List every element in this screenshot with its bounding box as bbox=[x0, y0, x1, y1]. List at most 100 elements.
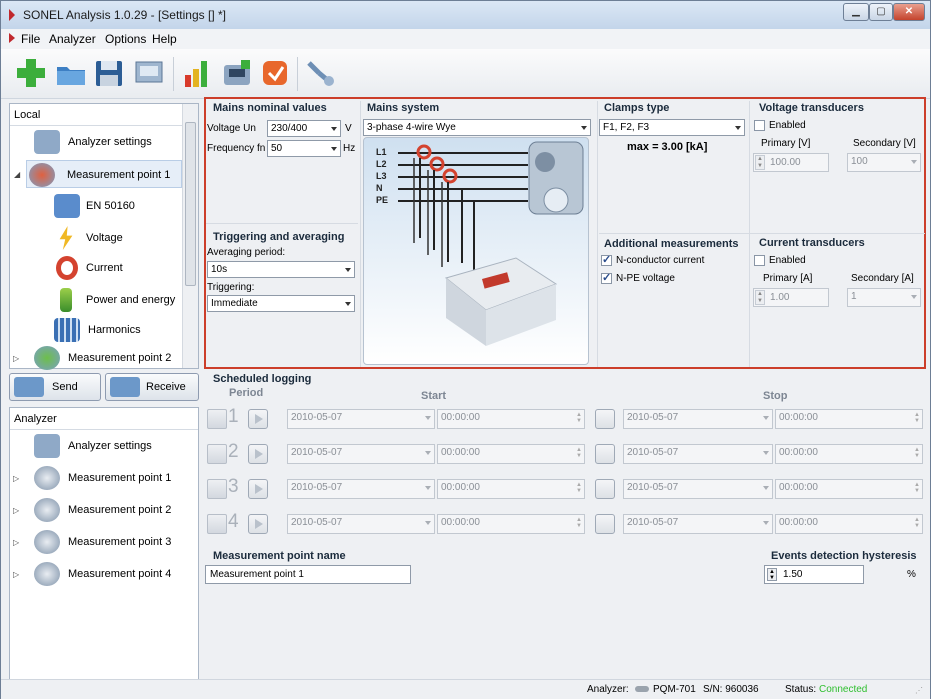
logging-row-calendar-icon bbox=[207, 444, 227, 464]
stop-date-select[interactable]: 2010-05-07 bbox=[623, 514, 773, 534]
title-bar: SONEL Analysis 1.0.29 - [Settings [] *] … bbox=[1, 1, 930, 29]
start-time-spinner[interactable]: 00:00:00 ▲ ▼ bbox=[437, 444, 585, 464]
close-button[interactable]: ✕ bbox=[893, 3, 925, 21]
tree-item-current[interactable]: Current bbox=[54, 254, 184, 282]
mains-nominal-title: Mains nominal values bbox=[213, 102, 327, 114]
lightning-icon bbox=[59, 226, 73, 250]
tree-item-voltage[interactable]: Voltage bbox=[54, 224, 184, 252]
n-conductor-current-checkbox[interactable] bbox=[601, 253, 612, 266]
start-date-select[interactable]: 2010-05-07 bbox=[287, 514, 435, 534]
menu-help[interactable]: Help bbox=[152, 32, 177, 46]
chart-icon[interactable] bbox=[181, 57, 213, 89]
voltage-transducers-enabled-checkbox[interactable] bbox=[754, 120, 765, 131]
chevron-down-icon bbox=[763, 521, 769, 525]
start-time-spinner[interactable]: 00:00:00 ▲ ▼ bbox=[437, 479, 585, 499]
stop-date-select[interactable]: 2010-05-07 bbox=[623, 479, 773, 499]
n-pe-voltage-checkbox[interactable] bbox=[601, 271, 612, 284]
logging-row-stop-button[interactable] bbox=[595, 479, 615, 499]
status-label: Status: bbox=[785, 684, 817, 695]
clamps-and-meter-icon bbox=[413, 141, 584, 346]
stop-time-spinner[interactable]: 00:00:00 ▲ ▼ bbox=[775, 479, 923, 499]
triggering-select[interactable]: Immediate bbox=[207, 295, 355, 312]
start-time-spinner[interactable]: 00:00:00 ▲ ▼ bbox=[437, 409, 585, 429]
chevron-down-icon bbox=[345, 302, 351, 306]
resize-grip-icon[interactable]: ⋰ bbox=[915, 686, 923, 695]
logging-row-play-button[interactable] bbox=[248, 409, 268, 429]
menu-analyzer[interactable]: Analyzer bbox=[49, 32, 96, 46]
tree-item-measurement-point-2[interactable]: Measurement point 2 bbox=[34, 344, 184, 372]
analyzer-item-mp4[interactable]: Measurement point 4 bbox=[34, 560, 184, 588]
logging-row-stop-button[interactable] bbox=[595, 409, 615, 429]
spin-arrows-icon: ▲ ▼ bbox=[576, 482, 582, 494]
logging-row-stop-button[interactable] bbox=[595, 514, 615, 534]
logging-row-calendar-icon bbox=[207, 409, 227, 429]
report-icon[interactable] bbox=[259, 57, 291, 89]
current-clamp-icon bbox=[56, 256, 78, 280]
menu-options[interactable]: Options bbox=[105, 32, 146, 46]
measurement-point-icon bbox=[34, 346, 60, 370]
hysteresis-spinner[interactable]: ▲ ▼ 1.50 bbox=[764, 565, 864, 584]
open-icon[interactable] bbox=[55, 57, 87, 89]
logging-row-calendar-icon bbox=[207, 479, 227, 499]
maximize-button[interactable]: ▢ bbox=[869, 3, 893, 21]
clamps-type-select[interactable]: F1, F2, F3 bbox=[599, 119, 745, 136]
minimize-button[interactable]: ▁ bbox=[843, 3, 869, 21]
expand-arrow-icon[interactable]: ▷ bbox=[13, 570, 19, 579]
save-icon[interactable] bbox=[93, 57, 125, 89]
current-primary-spinner[interactable]: ▲ ▼ 1.00 bbox=[753, 288, 829, 307]
tree-item-en50160[interactable]: EN 50160 bbox=[54, 192, 184, 220]
stop-date-select[interactable]: 2010-05-07 bbox=[623, 444, 773, 464]
logging-row-stop-button[interactable] bbox=[595, 444, 615, 464]
stop-time-spinner[interactable]: 00:00:00 ▲ ▼ bbox=[775, 514, 923, 534]
mains-system-select[interactable]: 3-phase 4-wire Wye bbox=[363, 119, 591, 136]
current-transducers-enabled-label: Enabled bbox=[769, 255, 806, 266]
battery-icon bbox=[60, 288, 72, 312]
tree-item-measurement-point-1[interactable]: Measurement point 1 bbox=[26, 160, 182, 188]
stop-date-select[interactable]: 2010-05-07 bbox=[623, 409, 773, 429]
period-header: Period bbox=[229, 387, 264, 399]
analyzer-item-mp1[interactable]: Measurement point 1 bbox=[34, 464, 184, 492]
voltage-primary-spinner[interactable]: ▲ ▼ 100.00 bbox=[753, 153, 829, 172]
expand-arrow-icon[interactable]: ◢ bbox=[14, 170, 20, 179]
analyzer-settings-icon[interactable] bbox=[133, 57, 165, 89]
clamps-type-title: Clamps type bbox=[604, 102, 670, 114]
start-date-select[interactable]: 2010-05-07 bbox=[287, 479, 435, 499]
mp-name-input[interactable]: Measurement point 1 bbox=[205, 565, 411, 584]
collapse-arrow-icon[interactable]: ▷ bbox=[13, 354, 19, 363]
analyzer-item-mp2[interactable]: Measurement point 2 bbox=[34, 496, 184, 524]
logging-row-play-button[interactable] bbox=[248, 444, 268, 464]
logging-row-play-button[interactable] bbox=[248, 479, 268, 499]
current-transducers-enabled-checkbox[interactable] bbox=[754, 255, 765, 266]
current-secondary-select[interactable]: 1 bbox=[847, 288, 921, 307]
tree-item-power-and-energy[interactable]: Power and energy bbox=[54, 286, 184, 314]
expand-arrow-icon[interactable]: ▷ bbox=[13, 506, 19, 515]
analyzer-item-settings[interactable]: Analyzer settings bbox=[34, 432, 184, 460]
stop-time-spinner[interactable]: 00:00:00 ▲ ▼ bbox=[775, 409, 923, 429]
frequency-fn-select[interactable]: 50 bbox=[267, 140, 341, 157]
expand-arrow-icon[interactable]: ▷ bbox=[13, 538, 19, 547]
start-time-spinner[interactable]: 00:00:00 ▲ ▼ bbox=[437, 514, 585, 534]
voltage-un-select[interactable]: 230/400 bbox=[267, 120, 341, 137]
receive-button[interactable]: Receive bbox=[105, 373, 199, 401]
stop-time-spinner[interactable]: 00:00:00 ▲ ▼ bbox=[775, 444, 923, 464]
local-scrollbar[interactable] bbox=[182, 104, 198, 368]
new-icon[interactable] bbox=[15, 57, 47, 89]
start-date-select[interactable]: 2010-05-07 bbox=[287, 444, 435, 464]
analyzer-icon[interactable] bbox=[221, 57, 253, 89]
frequency-unit: Hz bbox=[343, 143, 356, 154]
tree-item-harmonics[interactable]: Harmonics bbox=[54, 316, 184, 344]
menu-file[interactable]: File bbox=[21, 32, 40, 46]
chevron-down-icon bbox=[331, 127, 337, 131]
analyzer-item-mp3[interactable]: Measurement point 3 bbox=[34, 528, 184, 556]
tree-item-analyzer-settings[interactable]: Analyzer settings bbox=[34, 128, 184, 156]
scrollbar-thumb[interactable] bbox=[185, 122, 196, 286]
voltage-secondary-select[interactable]: 100 bbox=[847, 153, 921, 172]
expand-arrow-icon[interactable]: ▷ bbox=[13, 474, 19, 483]
spin-arrows-icon: ▲ ▼ bbox=[755, 155, 765, 170]
send-button[interactable]: Send bbox=[9, 373, 101, 401]
logging-row-play-button[interactable] bbox=[248, 514, 268, 534]
connect-icon[interactable] bbox=[305, 57, 337, 89]
averaging-period-select[interactable]: 10s bbox=[207, 261, 355, 278]
start-date-select[interactable]: 2010-05-07 bbox=[287, 409, 435, 429]
n-pe-voltage-label: N-PE voltage bbox=[616, 273, 675, 284]
